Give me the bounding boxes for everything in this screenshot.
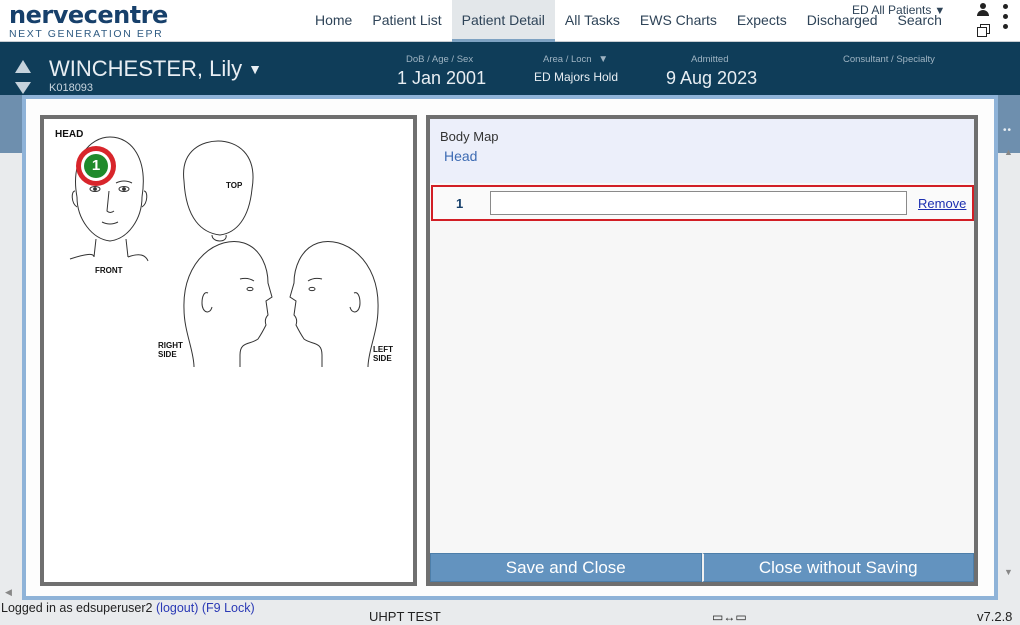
right-background-panel: •• ▲ ▼ bbox=[998, 95, 1020, 600]
area-value: ED Majors Hold bbox=[534, 70, 619, 84]
marker-description-input[interactable] bbox=[490, 191, 907, 215]
version-label: v7.2.8 bbox=[977, 609, 1013, 624]
more-menu-icon[interactable] bbox=[1003, 4, 1009, 34]
login-text: Logged in as edsuperuser2 bbox=[1, 601, 153, 615]
body-map-title: Body Map bbox=[440, 129, 499, 144]
dob-label: DoB / Age / Sex bbox=[406, 54, 474, 65]
logo-subtitle: NEXT GENERATION EPR bbox=[9, 28, 164, 40]
nav-expects[interactable]: Expects bbox=[727, 0, 797, 42]
scroll-left-icon[interactable]: ◀ bbox=[5, 587, 12, 598]
close-without-saving-button[interactable]: Close without Saving bbox=[701, 553, 974, 582]
caret-down-icon: ▼ bbox=[248, 61, 262, 77]
save-and-close-button[interactable]: Save and Close bbox=[430, 553, 702, 582]
nav-home[interactable]: Home bbox=[305, 0, 362, 42]
patient-id: K018093 bbox=[49, 82, 94, 94]
patient-name[interactable]: WINCHESTER, Lily ▼ bbox=[49, 56, 262, 82]
ward-filter-value: ED All Patients bbox=[852, 3, 932, 17]
previous-patient-icon[interactable] bbox=[15, 60, 31, 73]
dob-value: 1 Jan 2001 bbox=[397, 68, 487, 88]
marker-entry-number: 1 bbox=[456, 196, 464, 211]
body-map-diagram[interactable]: HEAD TOP FRONT RIGHT SIDE LEFT SIDE 1 bbox=[40, 115, 417, 586]
left-background-panel: ◀ bbox=[0, 95, 22, 600]
top-navigation-bar: nervecentre NEXT GENERATION EPR Home Pat… bbox=[0, 0, 1020, 42]
marker-number: 1 bbox=[84, 154, 108, 178]
body-map-details-panel: Body Map Head 1 Remove Save and Close Cl… bbox=[426, 115, 978, 586]
nav-all-tasks[interactable]: All Tasks bbox=[555, 0, 630, 42]
area-label-text: Area / Locn bbox=[543, 54, 592, 65]
consultant-label: Consultant / Specialty bbox=[843, 54, 935, 65]
screen-switch-icon[interactable]: ▭↔▭ bbox=[712, 610, 747, 624]
logout-link[interactable]: (logout) bbox=[156, 601, 198, 615]
windows-icon[interactable] bbox=[977, 24, 991, 38]
patient-banner: WINCHESTER, Lily ▼ K018093 DoB / Age / Se… bbox=[0, 42, 1020, 95]
patient-name-text: WINCHESTER, Lily bbox=[49, 56, 243, 81]
area-label[interactable]: Area / Locn ▼ bbox=[543, 54, 608, 65]
caret-down-icon: ▼ bbox=[934, 5, 946, 17]
dialog-button-row: Save and Close Close without Saving bbox=[430, 553, 974, 582]
scroll-down-icon[interactable]: ▼ bbox=[1004, 567, 1013, 577]
lock-link[interactable]: (F9 Lock) bbox=[202, 601, 255, 615]
view-label-front: FRONT bbox=[95, 266, 123, 275]
nav-patient-list[interactable]: Patient List bbox=[362, 0, 451, 42]
nervecentre-logo[interactable]: nervecentre NEXT GENERATION EPR bbox=[9, 2, 168, 40]
view-label-top: TOP bbox=[226, 181, 243, 190]
login-status: Logged in as edsuperuser2 (logout) (F9 L… bbox=[1, 602, 256, 615]
view-label-left: LEFT SIDE bbox=[373, 345, 393, 363]
user-icon[interactable] bbox=[976, 3, 990, 17]
ward-filter-dropdown[interactable]: ED All Patients ▼ bbox=[852, 3, 945, 17]
body-map-header: Body Map Head bbox=[430, 119, 974, 183]
body-map-region: Head bbox=[444, 148, 478, 164]
nav-ews-charts[interactable]: EWS Charts bbox=[630, 0, 727, 42]
marker-entry-row: 1 Remove bbox=[431, 185, 974, 221]
nav-patient-detail[interactable]: Patient Detail bbox=[451, 0, 555, 42]
view-label-right: RIGHT SIDE bbox=[158, 341, 183, 359]
body-map-dialog: HEAD TOP FRONT RIGHT SIDE LEFT SIDE 1 Bo… bbox=[22, 95, 998, 600]
dots-icon: •• bbox=[1003, 125, 1013, 136]
admitted-label: Admitted bbox=[691, 54, 729, 65]
remove-marker-link[interactable]: Remove bbox=[918, 196, 966, 211]
caret-down-icon: ▼ bbox=[598, 54, 609, 65]
admitted-value: 9 Aug 2023 bbox=[666, 68, 758, 88]
logo-wordmark: nervecentre bbox=[9, 1, 168, 29]
status-footer: Logged in as edsuperuser2 (logout) (F9 L… bbox=[0, 600, 1020, 625]
environment-label: UHPT TEST bbox=[369, 609, 441, 624]
scroll-up-icon[interactable]: ▲ bbox=[1004, 147, 1013, 157]
next-patient-icon[interactable] bbox=[15, 82, 31, 94]
body-map-marker-1[interactable]: 1 bbox=[76, 146, 116, 186]
